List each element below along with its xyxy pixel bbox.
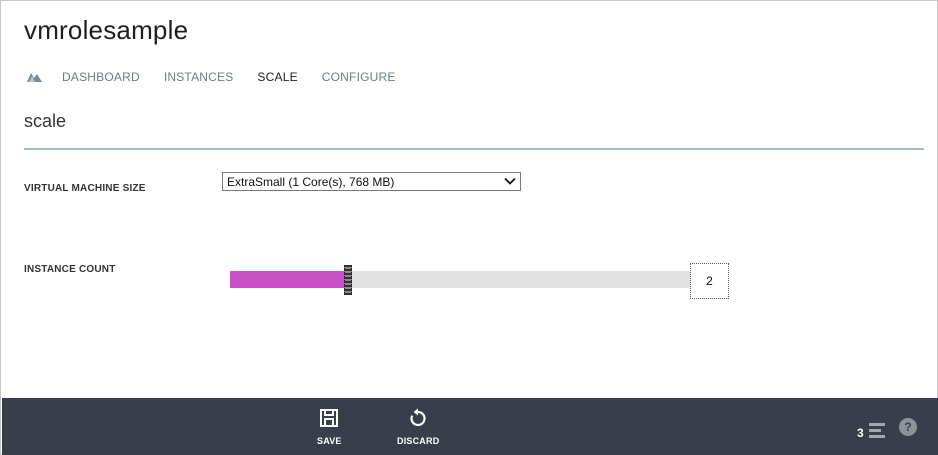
tab-configure[interactable]: CONFIGURE xyxy=(322,70,396,84)
notifications-button[interactable]: 3 xyxy=(857,422,888,443)
help-icon[interactable]: ? xyxy=(899,418,917,436)
instance-count-label: INSTANCE COUNT xyxy=(24,264,116,275)
save-button-label: SAVE xyxy=(317,436,342,446)
section-divider xyxy=(24,148,924,150)
instance-count-input[interactable]: 2 xyxy=(690,263,729,299)
section-title: scale xyxy=(24,111,67,131)
instance-count-slider-handle[interactable] xyxy=(344,265,352,295)
discard-button-label: DISCARD xyxy=(397,436,440,446)
tab-dashboard[interactable]: DASHBOARD xyxy=(62,70,140,84)
vm-size-select[interactable]: ExtraSmall (1 Core(s), 768 MB) xyxy=(222,172,521,191)
notification-count: 3 xyxy=(857,425,864,440)
page-title: vmrolesample xyxy=(24,15,189,45)
vm-size-selected-value: ExtraSmall (1 Core(s), 768 MB) xyxy=(227,175,395,189)
nav-tabs: DASHBOARD INSTANCES SCALE CONFIGURE xyxy=(24,67,420,87)
discard-button[interactable]: DISCARD xyxy=(397,408,439,446)
portal-window: vmrolesample DASHBOARD INSTANCES SCALE C… xyxy=(0,0,938,455)
discard-icon xyxy=(410,408,426,427)
save-icon xyxy=(320,409,339,427)
notification-list-icon xyxy=(868,422,888,443)
command-bar: SAVE DISCARD 3 ? xyxy=(2,398,938,455)
tab-instances[interactable]: INSTANCES xyxy=(164,70,234,84)
vm-size-label: VIRTUAL MACHINE SIZE xyxy=(24,183,146,194)
cloud-service-icon xyxy=(24,70,44,84)
tab-scale[interactable]: SCALE xyxy=(257,70,297,84)
chevron-down-icon xyxy=(504,175,516,187)
save-button[interactable]: SAVE xyxy=(317,408,342,446)
instance-count-slider-fill xyxy=(230,271,345,288)
